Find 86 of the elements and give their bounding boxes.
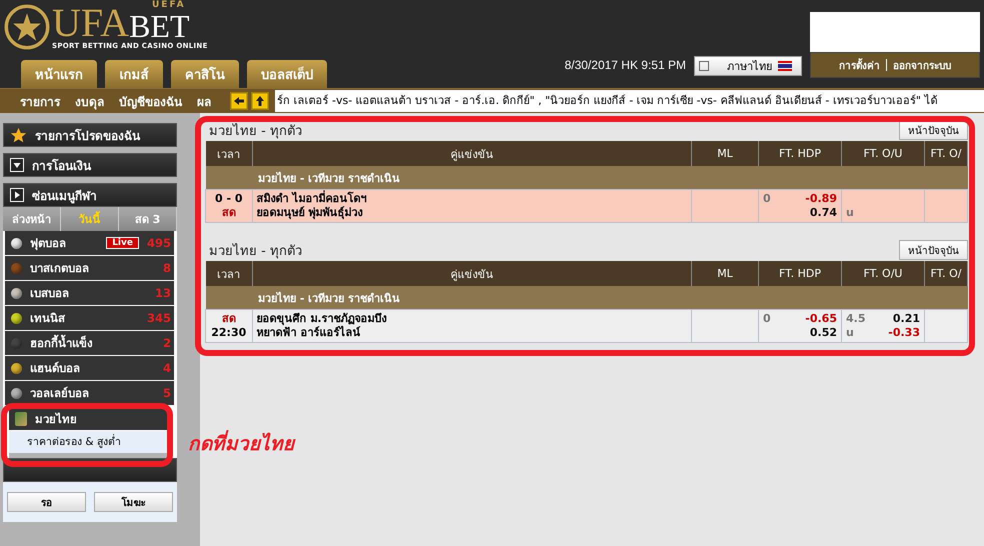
annotation-text: กดที่มวยไทย	[188, 428, 294, 458]
column-header: FT. O/U	[842, 141, 924, 166]
sport-name: ฟุตบอล	[30, 235, 67, 252]
sport-count: 5	[162, 386, 171, 400]
column-header: เวลา	[206, 141, 252, 166]
sport-name: มวยไทย	[35, 411, 78, 428]
sport-name: เบสบอล	[30, 285, 70, 302]
account-link[interactable]: การตั้งค่า	[839, 58, 880, 72]
sport-count: 495	[146, 236, 171, 250]
under-label: u	[846, 206, 854, 220]
sport-name: เทนนิส	[30, 310, 66, 327]
sports-menu-bar[interactable]: ซ่อนเมนูกีฬา	[3, 183, 177, 207]
total-line: 4.5	[846, 312, 866, 326]
team-name: สมิงดำ ไมอามี่คอนโดฯ	[256, 192, 368, 206]
under-label: u	[846, 326, 854, 340]
column-header: เวลา	[206, 261, 252, 286]
match-time: 22:30	[210, 326, 248, 340]
sport-count: 2	[162, 336, 171, 350]
column-header: FT. O/	[924, 261, 968, 286]
favorites-label: รายการโปรดของฉัน	[35, 128, 140, 144]
transfer-bar[interactable]: การโอนเงิน	[3, 153, 177, 177]
sub-nav-link[interactable]: ผล	[197, 92, 211, 110]
sport-item[interactable]: บาสเกตบอล 8	[5, 256, 174, 281]
bet-status-button[interactable]: โมฆะ	[94, 492, 173, 512]
sport-name: แฮนด์บอล	[30, 360, 81, 377]
match-time: สด	[220, 312, 237, 326]
team-name: ยอดขุนศึก ม.ราชภัฏจอมบึง	[256, 312, 388, 326]
column-header: FT. O/	[924, 141, 968, 166]
sport-count: 4	[162, 361, 171, 375]
play-icon	[10, 188, 24, 202]
refresh-button[interactable]: หน้าปัจจุบัน	[899, 240, 968, 260]
live-badge: Live	[106, 237, 139, 249]
column-header: FT. HDP	[758, 141, 842, 166]
muay-thai-item[interactable]: มวยไทย	[9, 408, 170, 431]
language-button[interactable]: ภาษาไทย	[694, 56, 802, 76]
favorites-bar[interactable]: รายการโปรดของฉัน	[3, 123, 177, 147]
transfer-label: การโอนเงิน	[32, 158, 91, 174]
left-arrow-icon[interactable]	[230, 92, 248, 110]
odds-value[interactable]: 0.74	[810, 206, 837, 220]
sport-item[interactable]: ฟุตบอล Live 495	[5, 231, 174, 256]
sport-item[interactable]: แฮนด์บอล 4	[5, 356, 174, 381]
sport-item[interactable]: เทนนิส 345	[5, 306, 174, 331]
sub-nav-link[interactable]: รายการ	[20, 92, 60, 110]
sports-menu-label: ซ่อนเมนูกีฬา	[32, 188, 97, 204]
news-ticker: ร์ก เลเตอร์ -vs- แอตแลนต้า บราเวส - อาร์.เอ. ดิกกีย์" , "นิวยอร์ก แยงกีส์ - เจม การ์เซีย -vs- คลีฟแลนด์ อินเดียนส์ - เทรเวอร์บาวเออร์" ได้	[275, 90, 984, 112]
league-row[interactable]: มวยไทย - เวทีมวย ราชดำเนิน	[252, 286, 968, 310]
flag-icon	[778, 61, 792, 71]
handicap-line: 0	[763, 192, 771, 207]
sport-item[interactable]: เบสบอล 13	[5, 281, 174, 306]
match-time: 0 - 0	[214, 192, 244, 206]
star-icon	[10, 126, 27, 144]
sport-count: 345	[146, 311, 171, 325]
team-name: หยาดฟ้า อาร์แอร์ไลน์	[256, 326, 362, 340]
column-header: คู่แข่งขัน	[252, 141, 692, 166]
team-name: ยอดมนุษย์ พุ่มพันธุ์ม่วง	[256, 206, 364, 220]
sub-nav-link[interactable]: บัญชีของฉัน	[119, 92, 182, 110]
up-arrow-icon[interactable]	[251, 92, 269, 110]
match-time: สด	[220, 206, 237, 220]
star-ball-icon	[4, 4, 50, 50]
league-row[interactable]: มวยไทย - เวทีมวย ราชดำเนิน	[252, 166, 968, 190]
dropdown-icon	[10, 158, 24, 172]
column-header: ML	[692, 261, 758, 286]
refresh-button[interactable]: หน้าปัจจุบัน	[899, 120, 968, 140]
bet-status-button[interactable]: รอ	[7, 492, 86, 512]
odds-value[interactable]: 0.52	[810, 326, 837, 340]
column-header: FT. HDP	[758, 261, 842, 286]
section-title: มวยไทย - ทุกตัว	[208, 242, 302, 260]
account-link[interactable]: ออกจากระบบ	[893, 58, 951, 72]
sport-item[interactable]: ฮอกกี้น้ำแข็ง 2	[5, 331, 174, 356]
sport-name: วอลเลย์บอล	[30, 385, 90, 402]
bet-type-link[interactable]: ราคาต่อรอง & สูงต่ำ	[9, 431, 170, 453]
date-time: 8/30/2017 HK 9:51 PM	[564, 58, 686, 72]
odds-value[interactable]: -0.33	[888, 326, 920, 340]
column-header: FT. O/U	[842, 261, 924, 286]
sport-name: บาสเกตบอล	[30, 260, 90, 277]
column-header: คู่แข่งขัน	[252, 261, 692, 286]
odds-value[interactable]: -0.89	[805, 192, 837, 206]
sub-nav-link[interactable]: งบดุล	[75, 92, 104, 110]
sport-name: ฮอกกี้น้ำแข็ง	[30, 334, 94, 352]
sport-count: 13	[154, 286, 171, 300]
odds-value[interactable]: 0.21	[892, 312, 920, 326]
handicap-line: 0	[763, 312, 771, 327]
section-title: มวยไทย - ทุกตัว	[208, 122, 302, 140]
sport-count: 8	[162, 261, 171, 275]
column-header: ML	[692, 141, 758, 166]
odds-value[interactable]: -0.65	[805, 312, 837, 326]
